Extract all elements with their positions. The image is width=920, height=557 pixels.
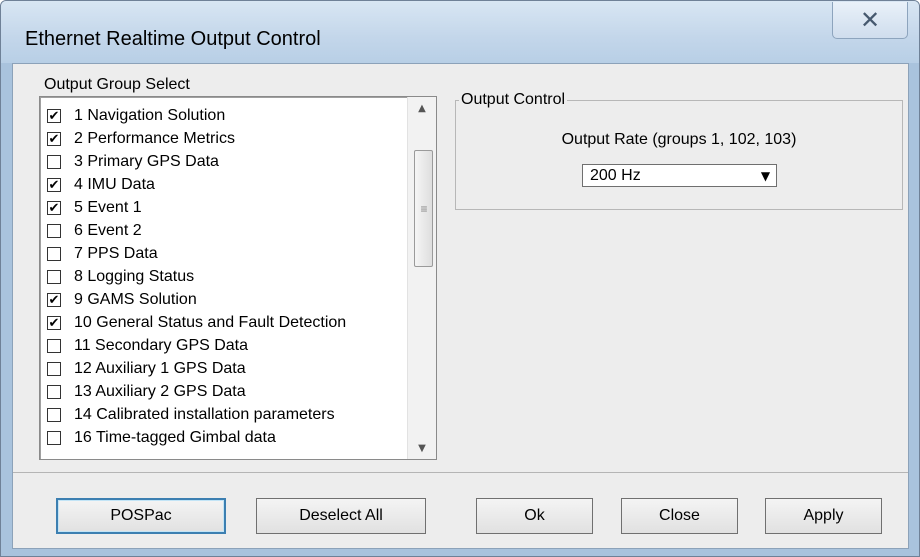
dialog-window: Ethernet Realtime Output Control ✕ Outpu… — [0, 0, 920, 557]
list-item[interactable]: ✔ 4 IMU Data — [40, 174, 406, 197]
list-item[interactable]: 8 Logging Status — [40, 266, 406, 289]
output-rate-label: Output Rate (groups 1, 102, 103) — [561, 131, 797, 148]
dialog-client-area: Output Group Select ✔ 1 Navigation Soluti… — [12, 63, 909, 549]
list-item-label: 1 Navigation Solution — [74, 107, 226, 124]
list-item-label: 13 Auxiliary 2 GPS Data — [74, 383, 246, 400]
list-item-label: 7 PPS Data — [74, 245, 158, 262]
list-item-label: 16 Time-tagged Gimbal data — [74, 429, 276, 446]
output-group-checkbox[interactable] — [47, 408, 61, 422]
list-item-label: 6 Event 2 — [74, 222, 142, 239]
title-bar[interactable]: Ethernet Realtime Output Control ✕ — [1, 1, 919, 63]
output-group-checkbox[interactable]: ✔ — [47, 316, 61, 330]
output-group-checkbox[interactable] — [47, 385, 61, 399]
list-item[interactable]: ✔ 9 GAMS Solution — [40, 289, 406, 312]
list-item-label: 10 General Status and Fault Detection — [74, 314, 347, 331]
list-item[interactable]: ✔ 2 Performance Metrics — [40, 128, 406, 151]
close-button[interactable]: Close — [621, 498, 738, 534]
apply-button[interactable]: Apply — [765, 498, 882, 534]
pospac-button[interactable]: POSPac — [56, 498, 226, 534]
list-item[interactable]: ✔ 1 Navigation Solution — [40, 105, 406, 128]
output-group-checkbox[interactable] — [47, 362, 61, 376]
output-control-label: Output Control — [459, 91, 568, 109]
list-item-label: 4 IMU Data — [74, 176, 155, 193]
scroll-down-icon[interactable]: ▼ — [408, 437, 436, 459]
list-item-label: 3 Primary GPS Data — [74, 153, 219, 170]
scroll-up-icon[interactable]: ▲ — [408, 97, 436, 119]
output-group-checkbox[interactable] — [47, 224, 61, 238]
chevron-down-icon[interactable]: ▼ — [757, 167, 774, 184]
output-group-checkbox[interactable]: ✔ — [47, 132, 61, 146]
list-item[interactable]: ✔ 10 General Status and Fault Detection — [40, 312, 406, 335]
output-group-checkbox[interactable]: ✔ — [47, 201, 61, 215]
check-icon: ✔ — [48, 131, 60, 147]
list-item-label: 8 Logging Status — [74, 268, 195, 285]
list-item[interactable]: 11 Secondary GPS Data — [40, 335, 406, 358]
list-item[interactable]: 6 Event 2 — [40, 220, 406, 243]
output-rate-value: 200 Hz — [590, 167, 641, 184]
list-scrollbar[interactable]: ▲ ≡ ▼ — [407, 97, 436, 459]
button-divider — [13, 472, 908, 473]
output-control-group: Output Rate (groups 1, 102, 103) 200 Hz … — [455, 100, 903, 210]
output-group-checkbox[interactable] — [47, 339, 61, 353]
output-group-label: Output Group Select — [44, 76, 190, 94]
list-item[interactable]: 16 Time-tagged Gimbal data — [40, 427, 406, 450]
close-icon: ✕ — [859, 6, 881, 34]
output-group-checkbox[interactable]: ✔ — [47, 293, 61, 307]
check-icon: ✔ — [48, 108, 60, 124]
list-item[interactable]: 12 Auxiliary 1 GPS Data — [40, 358, 406, 381]
window-title: Ethernet Realtime Output Control — [25, 28, 321, 50]
deselect-all-button[interactable]: Deselect All — [256, 498, 426, 534]
output-group-checkbox[interactable]: ✔ — [47, 178, 61, 192]
output-group-list[interactable]: ✔ 1 Navigation Solution ✔ 2 Performance Met… — [39, 96, 437, 460]
output-group-checkbox[interactable] — [47, 247, 61, 261]
scroll-thumb[interactable]: ≡ — [414, 150, 433, 267]
list-item[interactable]: ✔ 5 Event 1 — [40, 197, 406, 220]
list-item[interactable]: 7 PPS Data — [40, 243, 406, 266]
output-group-checkbox[interactable]: ✔ — [47, 109, 61, 123]
list-item-label: 12 Auxiliary 1 GPS Data — [74, 360, 246, 377]
check-icon: ✔ — [48, 292, 60, 308]
check-icon: ✔ — [48, 177, 60, 193]
list-item[interactable]: 13 Auxiliary 2 GPS Data — [40, 381, 406, 404]
grip-icon: ≡ — [420, 201, 427, 216]
output-group-checkbox[interactable] — [47, 155, 61, 169]
check-icon: ✔ — [48, 315, 60, 331]
list-item-label: 11 Secondary GPS Data — [74, 337, 249, 354]
output-rate-select[interactable]: 200 Hz ▼ — [582, 164, 777, 187]
check-icon: ✔ — [48, 200, 60, 216]
list-item-label: 5 Event 1 — [74, 199, 142, 216]
output-group-checkbox[interactable] — [47, 431, 61, 445]
list-item-label: 9 GAMS Solution — [74, 291, 197, 308]
list-item-label: 2 Performance Metrics — [74, 130, 235, 147]
list-item-label: 14 Calibrated installation parameters — [74, 406, 335, 423]
list-item[interactable]: 3 Primary GPS Data — [40, 151, 406, 174]
ok-button[interactable]: Ok — [476, 498, 593, 534]
output-group-checkbox[interactable] — [47, 270, 61, 284]
list-item[interactable]: 14 Calibrated installation parameters — [40, 404, 406, 427]
window-close-button[interactable]: ✕ — [832, 2, 908, 39]
